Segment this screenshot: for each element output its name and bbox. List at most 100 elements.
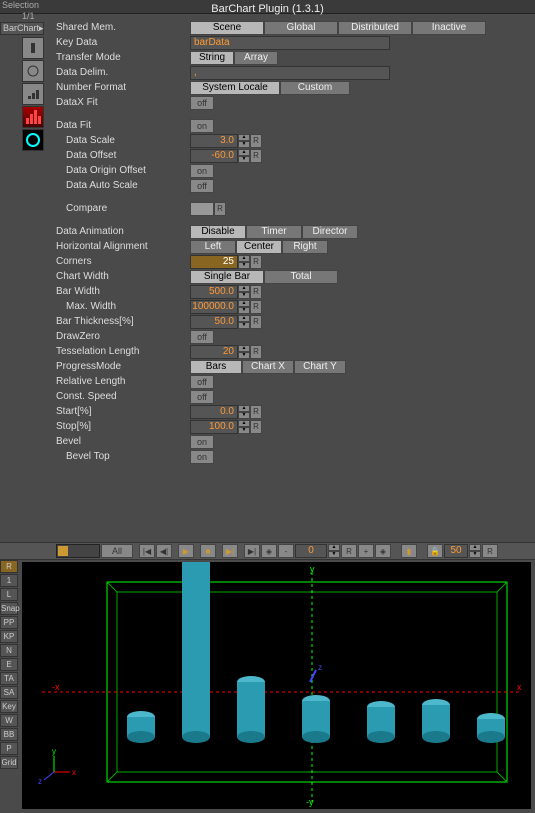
tess-len-label: Tesselation Length: [56, 346, 190, 357]
minus-icon[interactable]: -: [278, 544, 294, 558]
side-sa[interactable]: SA: [0, 686, 18, 699]
timeline-end[interactable]: 50: [444, 544, 468, 558]
step-back-icon[interactable]: ◀|: [156, 544, 172, 558]
side-e[interactable]: E: [0, 658, 18, 671]
compare-swatch[interactable]: [190, 202, 214, 216]
viewport-3d[interactable]: -xx y-y z x y z: [22, 562, 531, 809]
play-icon[interactable]: ▶: [178, 544, 194, 558]
side-bb[interactable]: BB: [0, 728, 18, 741]
tool-icon-3[interactable]: [22, 83, 44, 105]
key-next-icon[interactable]: ◈: [375, 544, 391, 558]
side-grid[interactable]: Grid: [0, 756, 18, 769]
bar-width-reset[interactable]: R: [250, 285, 262, 299]
timeline-frame[interactable]: 0: [295, 544, 327, 558]
timeline-end-reset[interactable]: R: [482, 544, 498, 558]
datax-fit-toggle[interactable]: off: [190, 96, 214, 110]
timeline-end-spinner[interactable]: ▲▼: [469, 544, 481, 558]
timeline-frame-spinner[interactable]: ▲▼: [328, 544, 340, 558]
key-prev-icon[interactable]: ◈: [261, 544, 277, 558]
number-format-segment[interactable]: System LocaleCustom: [190, 81, 350, 95]
side-kp[interactable]: KP: [0, 630, 18, 643]
data-delim-input[interactable]: [190, 66, 390, 80]
tab-barchart[interactable]: BarChart▸: [0, 22, 44, 35]
start-spinner[interactable]: ▲▼: [238, 405, 250, 419]
stop-reset[interactable]: R: [250, 420, 262, 434]
lock-icon[interactable]: 🔒: [427, 544, 443, 558]
side-n[interactable]: N: [0, 644, 18, 657]
bevel-top-toggle[interactable]: on: [190, 450, 214, 464]
side-p[interactable]: P: [0, 742, 18, 755]
corners-input[interactable]: [190, 255, 238, 269]
tool-icon-bars[interactable]: [22, 106, 44, 128]
data-scale-spinner[interactable]: ▲▼: [238, 134, 250, 148]
marker-icon[interactable]: ▮: [401, 544, 417, 558]
bevel-toggle[interactable]: on: [190, 435, 214, 449]
transfer-mode-segment[interactable]: StringArray: [190, 51, 278, 65]
stop-icon[interactable]: ■: [200, 544, 216, 558]
timeline-slider[interactable]: [56, 544, 100, 558]
stop-spinner[interactable]: ▲▼: [238, 420, 250, 434]
max-width-reset[interactable]: R: [250, 300, 262, 314]
data-anim-segment[interactable]: DisableTimerDirector: [190, 225, 358, 239]
tess-len-input[interactable]: [190, 345, 238, 359]
bar-thick-input[interactable]: [190, 315, 238, 329]
max-width-label: Max. Width: [56, 301, 190, 312]
max-width-input[interactable]: [190, 300, 238, 314]
tool-icon-2[interactable]: [22, 60, 44, 82]
prog-mode-label: ProgressMode: [56, 361, 190, 372]
corners-reset[interactable]: R: [250, 255, 262, 269]
timeline-all-button[interactable]: All: [101, 544, 133, 558]
reset-icon[interactable]: R: [341, 544, 357, 558]
side-1[interactable]: 1: [0, 574, 18, 587]
data-delim-label: Data Delim.: [56, 67, 190, 78]
plus-icon[interactable]: +: [358, 544, 374, 558]
start-label: Start[%]: [56, 406, 190, 417]
side-r[interactable]: R: [0, 560, 18, 573]
play-range-icon[interactable]: ▶|: [222, 544, 238, 558]
chart-width-segment[interactable]: Single BarTotal: [190, 270, 338, 284]
const-speed-toggle[interactable]: off: [190, 390, 214, 404]
data-offset-spinner[interactable]: ▲▼: [238, 149, 250, 163]
bar-width-spinner[interactable]: ▲▼: [238, 285, 250, 299]
shared-mem-segment[interactable]: SceneGlobalDistributedInactive: [190, 21, 486, 35]
start-input[interactable]: [190, 405, 238, 419]
data-scale-input[interactable]: [190, 134, 238, 148]
compare-reset[interactable]: R: [214, 202, 226, 216]
tess-len-spinner[interactable]: ▲▼: [238, 345, 250, 359]
bar-width-input[interactable]: [190, 285, 238, 299]
data-origin-toggle[interactable]: on: [190, 164, 214, 178]
bar-thick-reset[interactable]: R: [250, 315, 262, 329]
draw-zero-toggle[interactable]: off: [190, 330, 214, 344]
tool-icon-1[interactable]: [22, 37, 44, 59]
prog-mode-segment[interactable]: BarsChart XChart Y: [190, 360, 346, 374]
step-fwd-icon[interactable]: ▶|: [244, 544, 260, 558]
side-key[interactable]: Key: [0, 700, 18, 713]
data-offset-input[interactable]: [190, 149, 238, 163]
side-pp[interactable]: PP: [0, 616, 18, 629]
rel-len-toggle[interactable]: off: [190, 375, 214, 389]
start-reset[interactable]: R: [250, 405, 262, 419]
data-anim-label: Data Animation: [56, 226, 190, 237]
side-snap[interactable]: Snap: [0, 602, 18, 615]
h-align-segment[interactable]: LeftCenterRight: [190, 240, 328, 254]
side-l[interactable]: L: [0, 588, 18, 601]
go-start-icon[interactable]: |◀: [139, 544, 155, 558]
bar-thick-spinner[interactable]: ▲▼: [238, 315, 250, 329]
stop-input[interactable]: [190, 420, 238, 434]
number-format-label: Number Format: [56, 82, 190, 93]
corners-spinner[interactable]: ▲▼: [238, 255, 250, 269]
key-data-label: Key Data: [56, 37, 190, 48]
max-width-spinner[interactable]: ▲▼: [238, 300, 250, 314]
data-auto-toggle[interactable]: off: [190, 179, 214, 193]
data-scale-reset[interactable]: R: [250, 134, 262, 148]
data-scale-label: Data Scale: [56, 135, 190, 146]
data-offset-reset[interactable]: R: [250, 149, 262, 163]
side-w[interactable]: W: [0, 714, 18, 727]
tess-len-reset[interactable]: R: [250, 345, 262, 359]
tool-icon-ring[interactable]: [22, 129, 44, 151]
data-fit-toggle[interactable]: on: [190, 119, 214, 133]
side-ta[interactable]: TA: [0, 672, 18, 685]
stop-label: Stop[%]: [56, 421, 190, 432]
key-data-input[interactable]: [190, 36, 390, 50]
bevel-top-label: Bevel Top: [56, 451, 190, 462]
